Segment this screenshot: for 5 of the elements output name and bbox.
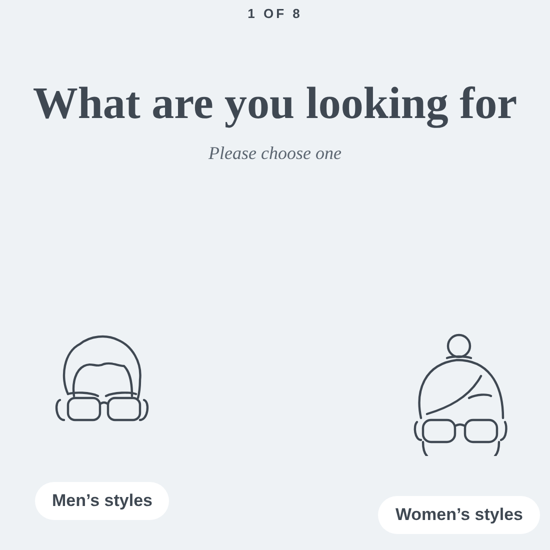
style-choice-button[interactable]: Women’s styles [378, 496, 540, 534]
step-counter: 1 OF 8 [248, 6, 302, 21]
page-title: What are you looking for [32, 79, 518, 128]
style-choice-button[interactable]: Men’s styles [35, 482, 170, 520]
page-subtitle: Please choose one [208, 142, 342, 164]
